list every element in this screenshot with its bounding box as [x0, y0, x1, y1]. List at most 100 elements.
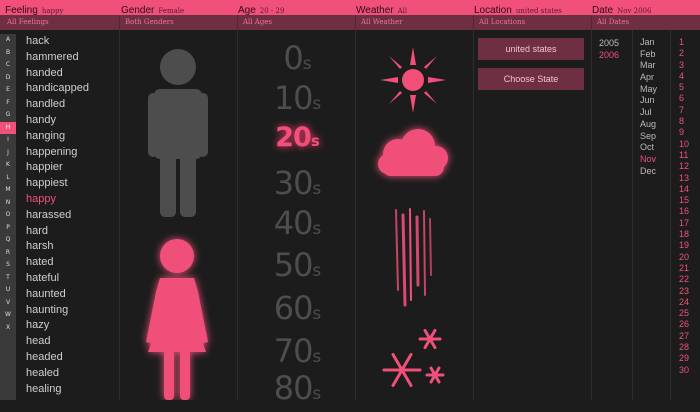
alphabet-letter-v[interactable]: V: [0, 297, 16, 310]
sun-icon[interactable]: [378, 45, 448, 115]
age-group-30[interactable]: 30s: [240, 165, 355, 207]
weather-filter[interactable]: Weather All: [356, 0, 468, 15]
feeling-word[interactable]: haunted: [26, 287, 89, 303]
month-dec[interactable]: Dec: [640, 166, 657, 178]
alphabet-letter-d[interactable]: D: [0, 72, 16, 85]
day-26[interactable]: 26: [679, 319, 689, 330]
day-9[interactable]: 9: [679, 127, 689, 138]
alphabet-letter-h[interactable]: H: [0, 121, 16, 134]
day-14[interactable]: 14: [679, 184, 689, 195]
alphabet-letter-j[interactable]: J: [0, 147, 16, 160]
day-25[interactable]: 25: [679, 308, 689, 319]
alphabet-letter-f[interactable]: F: [0, 97, 16, 110]
day-6[interactable]: 6: [679, 93, 689, 104]
alphabet-letter-a[interactable]: A: [0, 34, 16, 47]
feeling-word[interactable]: hateful: [26, 271, 89, 287]
alphabet-letter-s[interactable]: S: [0, 259, 16, 272]
snow-icon[interactable]: [380, 325, 450, 400]
day-28[interactable]: 28: [679, 342, 689, 353]
rain-icon[interactable]: [388, 205, 438, 310]
feeling-word[interactable]: harsh: [26, 239, 89, 255]
feeling-word[interactable]: hard: [26, 224, 89, 240]
day-16[interactable]: 16: [679, 206, 689, 217]
day-30[interactable]: 30: [679, 365, 689, 376]
day-15[interactable]: 15: [679, 195, 689, 206]
month-nov[interactable]: Nov: [640, 154, 657, 166]
feeling-word[interactable]: healed: [26, 366, 89, 382]
alphabet-letter-x[interactable]: X: [0, 322, 16, 335]
female-figure-icon[interactable]: [134, 232, 220, 400]
alphabet-letter-m[interactable]: M: [0, 184, 16, 197]
feeling-word[interactable]: hammered: [26, 50, 89, 66]
day-19[interactable]: 19: [679, 240, 689, 251]
alphabet-letter-g[interactable]: G: [0, 109, 16, 122]
feeling-word[interactable]: handled: [26, 97, 89, 113]
day-12[interactable]: 12: [679, 161, 689, 172]
alphabet-letter-e[interactable]: E: [0, 84, 16, 97]
feeling-word[interactable]: happiest: [26, 176, 89, 192]
day-21[interactable]: 21: [679, 263, 689, 274]
day-7[interactable]: 7: [679, 105, 689, 116]
month-jun[interactable]: Jun: [640, 95, 657, 107]
month-mar[interactable]: Mar: [640, 60, 657, 72]
alphabet-letter-q[interactable]: Q: [0, 234, 16, 247]
alphabet-letter-l[interactable]: L: [0, 172, 16, 185]
alphabet-letter-r[interactable]: R: [0, 247, 16, 260]
month-feb[interactable]: Feb: [640, 49, 657, 61]
feeling-word[interactable]: happier: [26, 160, 89, 176]
selected-location-button[interactable]: united states: [478, 38, 584, 60]
day-10[interactable]: 10: [679, 139, 689, 150]
day-2[interactable]: 2: [679, 48, 689, 59]
year-2005[interactable]: 2005: [599, 37, 619, 49]
day-13[interactable]: 13: [679, 173, 689, 184]
all-ages-link[interactable]: All Ages: [243, 15, 272, 30]
month-apr[interactable]: Apr: [640, 72, 657, 84]
age-group-50[interactable]: 50s: [240, 247, 355, 289]
day-24[interactable]: 24: [679, 297, 689, 308]
age-group-60[interactable]: 60s: [240, 290, 355, 332]
month-oct[interactable]: Oct: [640, 142, 657, 154]
both-genders-link[interactable]: Both Genders: [125, 15, 174, 30]
feeling-word[interactable]: hated: [26, 255, 89, 271]
all-locations-link[interactable]: All Locations: [479, 15, 525, 30]
male-figure-icon[interactable]: [140, 45, 216, 220]
day-27[interactable]: 27: [679, 331, 689, 342]
feeling-word[interactable]: hanging: [26, 129, 89, 145]
all-feelings-link[interactable]: All Feelings: [7, 15, 49, 30]
alphabet-letter-p[interactable]: P: [0, 222, 16, 235]
day-17[interactable]: 17: [679, 218, 689, 229]
day-1[interactable]: 1: [679, 37, 689, 48]
alphabet-letter-o[interactable]: O: [0, 209, 16, 222]
day-22[interactable]: 22: [679, 274, 689, 285]
day-3[interactable]: 3: [679, 60, 689, 71]
feeling-word[interactable]: hazy: [26, 318, 89, 334]
alphabet-letter-c[interactable]: C: [0, 59, 16, 72]
day-18[interactable]: 18: [679, 229, 689, 240]
feeling-word[interactable]: haunting: [26, 303, 89, 319]
choose-state-button[interactable]: Choose State: [478, 68, 584, 90]
feeling-word[interactable]: hack: [26, 34, 89, 50]
age-group-80[interactable]: 80s: [240, 370, 355, 412]
alphabet-letter-n[interactable]: N: [0, 197, 16, 210]
day-11[interactable]: 11: [679, 150, 689, 161]
alphabet-letter-w[interactable]: W: [0, 309, 16, 322]
gender-filter[interactable]: Gender Female: [121, 0, 233, 15]
alphabet-letter-b[interactable]: B: [0, 47, 16, 60]
date-filter[interactable]: Date Nov 2006: [592, 0, 698, 15]
feeling-word[interactable]: handy: [26, 113, 89, 129]
month-aug[interactable]: Aug: [640, 119, 657, 131]
month-sep[interactable]: Sep: [640, 131, 657, 143]
day-8[interactable]: 8: [679, 116, 689, 127]
age-group-10[interactable]: 10s: [240, 80, 355, 122]
feeling-word[interactable]: headed: [26, 350, 89, 366]
age-group-40[interactable]: 40s: [240, 205, 355, 247]
feeling-filter[interactable]: Feeling happy: [5, 0, 115, 15]
feeling-word[interactable]: handed: [26, 66, 89, 82]
age-group-20[interactable]: 20s: [240, 120, 355, 159]
alphabet-letter-t[interactable]: T: [0, 272, 16, 285]
feeling-word[interactable]: handicapped: [26, 81, 89, 97]
day-20[interactable]: 20: [679, 252, 689, 263]
all-weather-link[interactable]: All Weather: [361, 15, 403, 30]
year-2006[interactable]: 2006: [599, 49, 619, 61]
location-filter[interactable]: Location united states: [474, 0, 586, 15]
